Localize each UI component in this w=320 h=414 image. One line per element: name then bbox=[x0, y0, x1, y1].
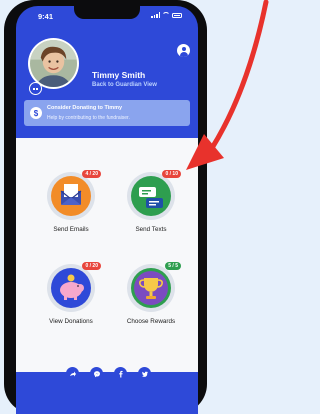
avatar-photo bbox=[30, 40, 77, 87]
trophy-icon bbox=[131, 268, 171, 308]
messenger-button[interactable] bbox=[90, 367, 103, 380]
profile-name: Timmy Smith bbox=[92, 70, 146, 80]
status-time: 9:41 bbox=[38, 12, 54, 21]
donations-counter-badge: 0 / 20 bbox=[82, 262, 101, 270]
tile-icon-wrap: 4 / 20 bbox=[47, 170, 101, 220]
donate-banner[interactable]: $ Consider Donating to Timmy Help by con… bbox=[24, 100, 190, 126]
tile-icon-wrap: 0 / 10 bbox=[127, 170, 181, 220]
texts-counter-badge: 0 / 10 bbox=[162, 170, 181, 178]
messenger-icon bbox=[93, 370, 100, 377]
facebook-button[interactable] bbox=[114, 367, 127, 380]
tile-label: View Donations bbox=[49, 318, 93, 325]
tile-send-emails[interactable]: 4 / 20 Send Emails bbox=[34, 170, 108, 233]
banner-title: Consider Donating to Timmy bbox=[47, 105, 123, 111]
piggy-bank-icon bbox=[51, 268, 91, 308]
banner-subtitle: Help by contributing to the fundraiser. bbox=[47, 115, 130, 121]
envelope-icon bbox=[51, 176, 91, 216]
share-icon bbox=[69, 371, 76, 376]
battery-icon bbox=[172, 12, 182, 18]
tile-send-texts[interactable]: 0 / 10 Send Texts bbox=[114, 170, 188, 233]
twitter-icon bbox=[141, 371, 148, 377]
wifi-icon bbox=[162, 12, 170, 18]
twitter-button[interactable] bbox=[138, 367, 151, 380]
tile-view-donations[interactable]: 0 / 20 View Donations bbox=[34, 262, 108, 325]
app-screen: 9:41 Timmy Smith Back to Guardian View $… bbox=[16, 6, 198, 414]
status-icons bbox=[151, 12, 182, 18]
phone-notch bbox=[74, 6, 140, 19]
tile-label: Send Emails bbox=[53, 226, 89, 233]
tile-label: Choose Rewards bbox=[126, 318, 176, 325]
back-to-guardian-link[interactable]: Back to Guardian View bbox=[92, 82, 157, 88]
facebook-icon bbox=[118, 370, 123, 377]
signal-icon bbox=[151, 12, 160, 18]
account-icon bbox=[181, 46, 186, 51]
tile-choose-rewards[interactable]: 5 / 5 Choose Rewards bbox=[114, 262, 188, 325]
emails-counter-badge: 4 / 20 bbox=[82, 170, 101, 178]
chat-bubbles-icon bbox=[131, 176, 171, 216]
rewards-counter-badge: 5 / 5 bbox=[165, 262, 181, 270]
tile-label: Send Texts bbox=[135, 226, 167, 233]
bottom-bar bbox=[16, 394, 198, 414]
dollar-icon: $ bbox=[30, 107, 42, 119]
grid-icon[interactable] bbox=[29, 82, 42, 95]
phone-frame: 9:41 Timmy Smith Back to Guardian View $… bbox=[4, 0, 207, 414]
tile-icon-wrap: 5 / 5 bbox=[127, 262, 181, 312]
tile-icon-wrap: 0 / 20 bbox=[47, 262, 101, 312]
account-button[interactable] bbox=[177, 44, 190, 57]
share-button[interactable] bbox=[66, 367, 79, 380]
